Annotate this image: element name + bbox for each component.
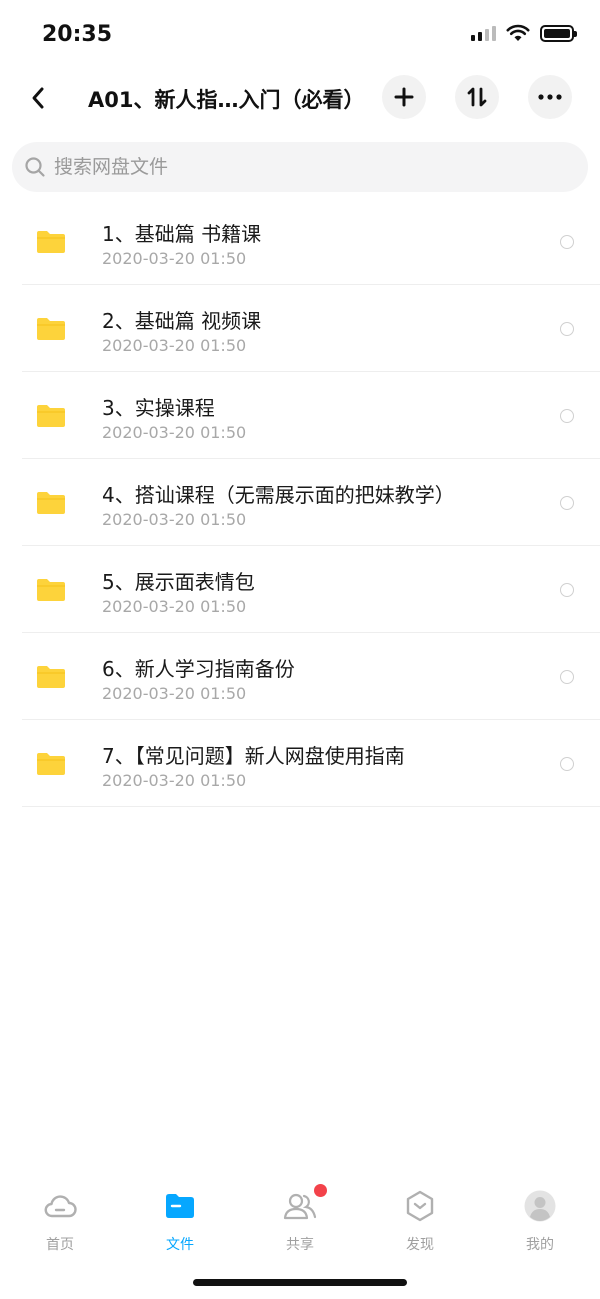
chevron-left-icon bbox=[32, 87, 44, 109]
file-date: 2020-03-20 01:50 bbox=[102, 336, 247, 355]
file-name: 2、基础篇 视频课 bbox=[102, 309, 262, 333]
sort-icon bbox=[467, 87, 487, 107]
select-radio[interactable] bbox=[560, 496, 574, 510]
tab-label: 文件 bbox=[166, 1237, 194, 1253]
people-icon bbox=[282, 1188, 318, 1224]
avatar-icon bbox=[522, 1188, 558, 1224]
tab-label: 发现 bbox=[406, 1237, 434, 1253]
wifi-icon bbox=[506, 24, 530, 41]
file-row[interactable]: 2、基础篇 视频课 2020-03-20 01:50 bbox=[0, 285, 600, 372]
folder-icon bbox=[37, 753, 65, 775]
page-title: A01、新人指…入门（必看） bbox=[88, 88, 365, 112]
file-date: 2020-03-20 01:50 bbox=[102, 771, 247, 790]
file-name: 3、实操课程 bbox=[102, 396, 215, 420]
tab-item[interactable]: 共享 bbox=[240, 1178, 360, 1258]
discover-icon bbox=[402, 1188, 438, 1224]
file-row[interactable]: 3、实操课程 2020-03-20 01:50 bbox=[0, 372, 600, 459]
tab-item[interactable]: 首页 bbox=[0, 1178, 120, 1258]
tab-item[interactable]: 发现 bbox=[360, 1178, 480, 1258]
folder-icon bbox=[37, 492, 65, 514]
tab-label: 我的 bbox=[526, 1237, 554, 1253]
select-radio[interactable] bbox=[560, 409, 574, 423]
file-name: 7、【常见问题】新人网盘使用指南 bbox=[102, 744, 405, 768]
file-row[interactable]: 7、【常见问题】新人网盘使用指南 2020-03-20 01:50 bbox=[0, 720, 600, 807]
bottom-tab-bar: 首页 文件 共享 发现 我的 bbox=[0, 1178, 600, 1258]
file-date: 2020-03-20 01:50 bbox=[102, 510, 247, 529]
select-radio[interactable] bbox=[560, 670, 574, 684]
file-row[interactable]: 4、搭讪课程（无需展示面的把妹教学） 2020-03-20 01:50 bbox=[0, 459, 600, 546]
status-bar: 20:35 bbox=[0, 0, 600, 70]
cellular-signal-icon bbox=[471, 25, 496, 41]
folder-icon bbox=[37, 231, 65, 253]
battery-icon bbox=[540, 24, 577, 42]
search-bar[interactable] bbox=[12, 142, 588, 192]
file-name: 4、搭讪课程（无需展示面的把妹教学） bbox=[102, 483, 455, 507]
folder-icon bbox=[37, 318, 65, 340]
file-date: 2020-03-20 01:50 bbox=[102, 249, 247, 268]
sort-button[interactable] bbox=[455, 75, 499, 119]
plus-icon bbox=[394, 87, 414, 107]
file-date: 2020-03-20 01:50 bbox=[102, 684, 247, 703]
add-button[interactable] bbox=[382, 75, 426, 119]
file-date: 2020-03-20 01:50 bbox=[102, 423, 247, 442]
home-indicator bbox=[193, 1279, 407, 1286]
select-radio[interactable] bbox=[560, 235, 574, 249]
file-date: 2020-03-20 01:50 bbox=[102, 597, 247, 616]
file-name: 5、展示面表情包 bbox=[102, 570, 255, 594]
file-row[interactable]: 5、展示面表情包 2020-03-20 01:50 bbox=[0, 546, 600, 633]
select-radio[interactable] bbox=[560, 322, 574, 336]
tab-label: 首页 bbox=[46, 1237, 74, 1253]
search-input[interactable] bbox=[54, 156, 554, 178]
notification-badge bbox=[314, 1184, 327, 1197]
file-list: 1、基础篇 书籍课 2020-03-20 01:50 2、基础篇 视频课 2020-0… bbox=[0, 198, 600, 807]
tab-label: 共享 bbox=[286, 1237, 314, 1253]
tab-item[interactable]: 我的 bbox=[480, 1178, 600, 1258]
search-icon bbox=[25, 157, 45, 177]
folder-icon bbox=[162, 1188, 198, 1224]
file-row[interactable]: 6、新人学习指南备份 2020-03-20 01:50 bbox=[0, 633, 600, 720]
status-icons bbox=[471, 24, 577, 42]
status-time: 20:35 bbox=[42, 22, 113, 47]
folder-icon bbox=[37, 405, 65, 427]
select-radio[interactable] bbox=[560, 757, 574, 771]
file-name: 1、基础篇 书籍课 bbox=[102, 222, 262, 246]
back-button[interactable] bbox=[20, 80, 56, 116]
folder-icon bbox=[37, 579, 65, 601]
folder-icon bbox=[37, 666, 65, 688]
tab-item[interactable]: 文件 bbox=[120, 1178, 240, 1258]
select-radio[interactable] bbox=[560, 583, 574, 597]
more-button[interactable] bbox=[528, 75, 572, 119]
file-row[interactable]: 1、基础篇 书籍课 2020-03-20 01:50 bbox=[0, 198, 600, 285]
more-dots-icon bbox=[538, 94, 562, 100]
navigation-bar: A01、新人指…入门（必看） bbox=[0, 70, 600, 126]
file-name: 6、新人学习指南备份 bbox=[102, 657, 295, 681]
cloud-icon bbox=[42, 1188, 78, 1224]
